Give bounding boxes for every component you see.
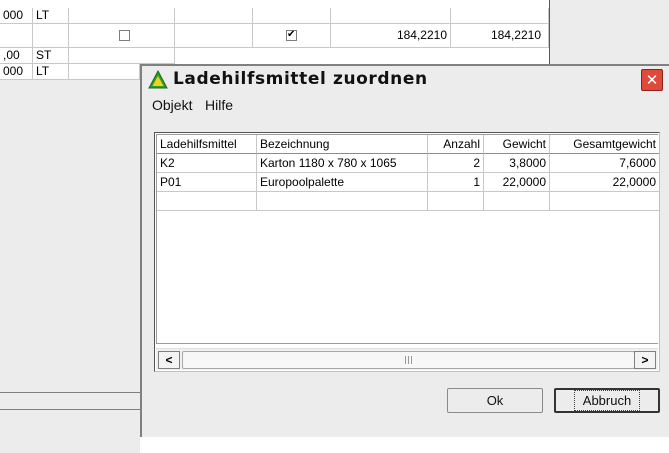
grid-cell: [175, 8, 253, 24]
grid-cell: [253, 8, 331, 24]
grid-cell: [451, 8, 549, 24]
grid-cell: [33, 24, 69, 48]
grid-cell: 000: [0, 64, 33, 80]
grid-cell: ST: [33, 48, 69, 64]
grid-cell: LT: [33, 8, 69, 24]
column-header[interactable]: Bezeichnung: [257, 135, 428, 154]
grid-cell-value: 184,2210: [451, 24, 549, 48]
column-header[interactable]: Anzahl: [428, 135, 484, 154]
table-cell: Karton 1180 x 780 x 1065: [257, 154, 428, 173]
column-header[interactable]: Ladehilfsmittel: [157, 135, 257, 154]
close-icon: ✕: [645, 71, 659, 89]
table-cell: [257, 192, 428, 211]
background-empty-area-left: [0, 80, 140, 453]
table-cell: 2: [428, 154, 484, 173]
grid-cell: [175, 24, 253, 48]
table-cell: P01: [157, 173, 257, 192]
grid-checkbox-checked[interactable]: [286, 28, 297, 42]
assign-dialog: Ladehilfsmittel zuordnen ✕ Objekt Hilfe …: [140, 64, 669, 437]
table-cell: [484, 192, 550, 211]
ok-button[interactable]: Ok: [447, 388, 543, 413]
menu-bar: Objekt Hilfe: [142, 94, 669, 116]
grid-checkbox[interactable]: [119, 30, 130, 42]
scroll-thumb[interactable]: [182, 351, 635, 369]
dialog-titlebar[interactable]: Ladehilfsmittel zuordnen ✕: [142, 66, 669, 94]
menu-objekt[interactable]: Objekt: [152, 97, 192, 113]
column-header[interactable]: Gewicht: [484, 135, 550, 154]
table-cell: [157, 192, 257, 211]
column-header[interactable]: Gesamtgewicht: [550, 135, 659, 154]
scroll-left-button[interactable]: <: [158, 351, 180, 369]
table-cell: 3,8000: [484, 154, 550, 173]
grid-cell: LT: [33, 64, 69, 80]
table-cell: 22,0000: [484, 173, 550, 192]
table-cell: [428, 192, 484, 211]
grid-cell: [69, 48, 175, 64]
cancel-button[interactable]: Abbruch: [554, 388, 660, 413]
grid-cell: [69, 64, 140, 80]
grid-cell: [69, 24, 175, 48]
grid-cell-value: 184,2210: [331, 24, 451, 48]
divider: [0, 392, 140, 393]
grip-icon: [405, 356, 412, 364]
grid-cell: [0, 24, 33, 48]
grid-cell: 000: [0, 8, 33, 24]
table-cell: 1: [428, 173, 484, 192]
chevron-right-icon: >: [641, 353, 649, 367]
dialog-title: Ladehilfsmittel zuordnen: [173, 69, 428, 89]
grid-cell: [69, 8, 175, 24]
cancel-button-label: Abbruch: [573, 390, 641, 411]
menu-hilfe[interactable]: Hilfe: [205, 97, 233, 113]
table-cell: 22,0000: [550, 173, 659, 192]
close-button[interactable]: ✕: [641, 69, 663, 91]
grid-cell: ,00: [0, 48, 33, 64]
ok-button-label: Ok: [486, 393, 504, 408]
table-cell: K2: [157, 154, 257, 173]
chevron-left-icon: <: [165, 353, 173, 367]
assignment-table: Ladehilfsmittel Bezeichnung Anzahl Gewic…: [154, 132, 660, 372]
divider: [0, 409, 140, 410]
table-cell: Europoolpalette: [257, 173, 428, 192]
warning-triangle-icon: [148, 70, 168, 89]
scroll-right-button[interactable]: >: [634, 351, 656, 369]
horizontal-scrollbar[interactable]: < >: [156, 348, 658, 370]
table-cell: 7,6000: [550, 154, 659, 173]
grid-cell: [331, 8, 451, 24]
table-cell: [550, 192, 659, 211]
grid-cell: [253, 24, 331, 48]
table-body: Ladehilfsmittel Bezeichnung Anzahl Gewic…: [156, 134, 659, 344]
